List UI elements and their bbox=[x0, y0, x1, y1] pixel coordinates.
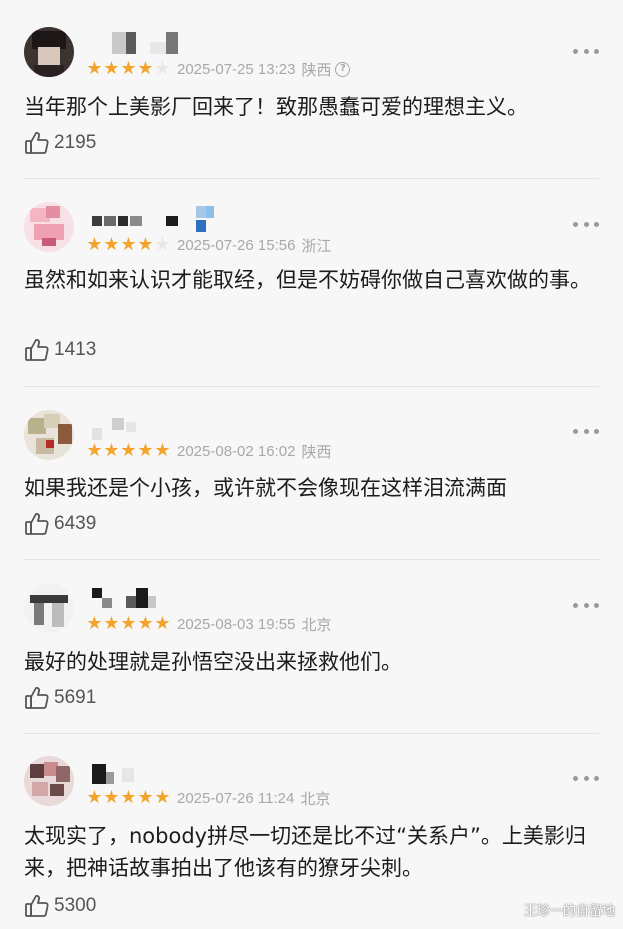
thumbs-up-icon bbox=[25, 339, 49, 361]
star-icon: ★ bbox=[86, 58, 103, 79]
thumbs-up-icon bbox=[25, 895, 49, 917]
star-icon: ★ bbox=[103, 787, 120, 808]
star-icon: ★ bbox=[137, 613, 154, 634]
star-icon: ★ bbox=[120, 234, 137, 255]
star-icon: ★ bbox=[137, 58, 154, 79]
star-icon: ★ bbox=[154, 787, 171, 808]
thumbs-up-icon bbox=[25, 132, 49, 154]
avatar[interactable] bbox=[24, 202, 74, 252]
username-redacted[interactable] bbox=[92, 418, 142, 440]
star-icon: ★ bbox=[154, 58, 171, 79]
rating-stars: ★ ★ ★ ★ ★ bbox=[86, 441, 171, 461]
divider bbox=[24, 386, 599, 387]
star-icon: ★ bbox=[86, 234, 103, 255]
avatar[interactable] bbox=[24, 756, 74, 806]
comment-text: 虽然和如来认识才能取经，但是不妨碍你做自己喜欢做的事。 bbox=[24, 268, 591, 292]
star-icon: ★ bbox=[120, 613, 137, 634]
like-button[interactable]: 5300 bbox=[24, 892, 96, 920]
comment-date: 2025-07-26 11:24 bbox=[177, 789, 295, 807]
comment-text: 当年那个上美影厂回来了！致那愚蠢可爱的理想主义。 bbox=[24, 95, 528, 119]
more-options-button[interactable] bbox=[573, 219, 599, 229]
comment-region: 北京 bbox=[301, 616, 332, 634]
star-icon: ★ bbox=[120, 58, 137, 79]
divider bbox=[24, 733, 599, 734]
more-options-button[interactable] bbox=[573, 600, 599, 610]
like-button[interactable]: 1413 bbox=[24, 336, 96, 364]
divider bbox=[24, 559, 599, 560]
star-icon: ★ bbox=[103, 613, 120, 634]
thumbs-up-icon bbox=[25, 513, 49, 535]
like-button[interactable]: 5691 bbox=[24, 684, 96, 712]
username-redacted[interactable] bbox=[92, 764, 142, 786]
avatar[interactable] bbox=[24, 27, 74, 77]
watermark: 王珍一的自留地 bbox=[523, 904, 615, 919]
more-options-button[interactable] bbox=[573, 46, 599, 56]
star-icon: ★ bbox=[154, 613, 171, 634]
more-dots-icon bbox=[573, 428, 578, 434]
like-count: 2195 bbox=[54, 132, 97, 153]
info-circle-icon[interactable]: ? bbox=[335, 61, 351, 77]
comment-region: 北京 bbox=[300, 790, 331, 808]
rating-stars: ★ ★ ★ ★ ★ bbox=[86, 614, 171, 634]
star-icon: ★ bbox=[103, 58, 120, 79]
username-redacted[interactable] bbox=[112, 32, 182, 54]
more-options-button[interactable] bbox=[573, 773, 599, 783]
star-icon: ★ bbox=[86, 787, 103, 808]
rating-stars: ★ ★ ★ ★ ★ bbox=[86, 788, 171, 808]
star-icon: ★ bbox=[137, 234, 154, 255]
like-count: 6439 bbox=[54, 513, 97, 534]
comment-region: 陕西 bbox=[301, 61, 332, 79]
star-icon: ★ bbox=[137, 440, 154, 461]
more-dots-icon bbox=[573, 48, 578, 54]
comment-region: 浙江 bbox=[301, 237, 332, 255]
comment-text: 太现实了，nobody拼尽一切还是比不过“关系户”。上美影归来，把神话故事拍出了… bbox=[24, 824, 586, 880]
like-count: 1413 bbox=[54, 339, 97, 360]
comment-region: 陕西 bbox=[301, 443, 332, 461]
comment-date: 2025-07-26 15:56 bbox=[177, 236, 296, 254]
more-options-button[interactable] bbox=[573, 426, 599, 436]
rating-stars: ★ ★ ★ ★ ★ bbox=[86, 59, 171, 79]
comment-date: 2025-08-02 16:02 bbox=[177, 442, 296, 460]
star-icon: ★ bbox=[103, 440, 120, 461]
like-count: 5691 bbox=[54, 687, 97, 708]
rating-stars: ★ ★ ★ ★ ★ bbox=[86, 235, 171, 255]
star-icon: ★ bbox=[86, 613, 103, 634]
username-redacted[interactable] bbox=[92, 206, 218, 234]
star-icon: ★ bbox=[154, 440, 171, 461]
star-icon: ★ bbox=[137, 787, 154, 808]
avatar[interactable] bbox=[24, 410, 74, 460]
more-dots-icon bbox=[573, 775, 578, 781]
like-button[interactable]: 6439 bbox=[24, 510, 96, 538]
more-dots-icon bbox=[573, 221, 578, 227]
star-icon: ★ bbox=[154, 234, 171, 255]
star-icon: ★ bbox=[120, 787, 137, 808]
comment-date: 2025-07-25 13:23 bbox=[177, 60, 296, 78]
star-icon: ★ bbox=[120, 440, 137, 461]
comment-text: 最好的处理就是孙悟空没出来拯救他们。 bbox=[24, 650, 402, 674]
like-count: 5300 bbox=[54, 895, 97, 916]
thumbs-up-icon bbox=[25, 687, 49, 709]
comment-date: 2025-08-03 19:55 bbox=[177, 615, 296, 633]
star-icon: ★ bbox=[103, 234, 120, 255]
comment-text: 如果我还是个小孩，或许就不会像现在这样泪流满面 bbox=[24, 476, 507, 500]
username-redacted[interactable] bbox=[92, 588, 158, 610]
like-button[interactable]: 2195 bbox=[24, 129, 96, 157]
divider bbox=[24, 178, 599, 179]
star-icon: ★ bbox=[86, 440, 103, 461]
more-dots-icon bbox=[573, 602, 578, 608]
avatar[interactable] bbox=[24, 583, 74, 633]
